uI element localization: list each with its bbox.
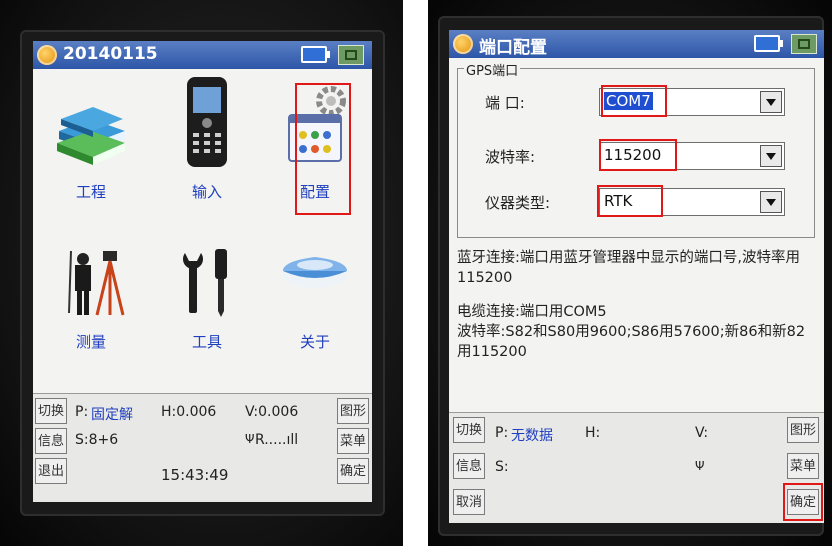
status-panel: 切换 信息 退出 图形 菜单 确定 P: 固定解 H:0.006 V:0.006… [33, 393, 372, 502]
graph-button[interactable]: 图形 [337, 398, 369, 424]
v-precision: V:0.006 [245, 404, 299, 420]
menu-label-project: 工程 [75, 183, 106, 201]
baud-rate-label: 波特率: [485, 148, 536, 166]
satellite-count: S: [495, 459, 509, 475]
title-bar: 20140115 [33, 41, 372, 69]
chevron-down-icon[interactable] [760, 91, 782, 113]
device-type-label: 仪器类型: [485, 194, 551, 212]
bluetooth-help: 蓝牙连接:端口用蓝牙管理器中显示的端口号,波特率用115200 [457, 250, 800, 286]
cable-help: 电缆连接:端口用COM5 波特率:S82和S80用9600;S86用57600;… [457, 304, 806, 360]
menu-item-tools[interactable]: 工具 [157, 231, 257, 371]
highlight-baud-rate [599, 139, 677, 171]
signal-antenna-icon: Ψ [695, 459, 705, 473]
clock-time: 15:43:49 [161, 466, 229, 484]
app-logo-icon [453, 34, 473, 54]
window-title: 20140115 [63, 44, 158, 64]
fix-status: 固定解 [91, 407, 133, 423]
cancel-button[interactable]: 取消 [453, 489, 485, 515]
handheld-device-icon [187, 77, 227, 167]
fix-status: 无数据 [511, 428, 553, 444]
menu-item-survey[interactable]: 测量 [41, 231, 141, 371]
menu-label-tools: 工具 [191, 333, 222, 351]
satellite-count: S:8+6 [75, 432, 119, 448]
left-device-photo: 20140115 工程 输入 配置 测量 工具 关于 切换 信息 退出 图形 菜… [0, 0, 403, 546]
gps-receiver-icon [283, 257, 347, 288]
menu-button[interactable]: 菜单 [337, 428, 369, 454]
switch-button[interactable]: 切换 [35, 398, 67, 424]
window-title: 端口配置 [479, 38, 547, 58]
port-label: 端 口: [485, 94, 525, 112]
port-config-screen: 端口配置 GPS端口 端 口: COM7 波特率: 115200 仪器类型: R… [449, 30, 824, 523]
menu-button[interactable]: 菜单 [787, 453, 819, 479]
menu-label-about: 关于 [299, 333, 330, 351]
h-precision: H:0.006 [161, 404, 217, 420]
signal-strength: R.....ıll [255, 432, 299, 448]
selection-highlight-config [295, 83, 351, 215]
position-label: P: [75, 404, 89, 420]
v-precision: V: [695, 425, 709, 441]
position-label: P: [495, 425, 509, 441]
signal-antenna-icon: Ψ [245, 432, 255, 446]
ok-button[interactable]: 确定 [337, 458, 369, 484]
surveyor-tripod-icon [68, 250, 125, 316]
exit-button[interactable]: 退出 [35, 458, 67, 484]
connection-icon[interactable] [338, 45, 364, 65]
help-text: 蓝牙连接:端口用蓝牙管理器中显示的端口号,波特率用115200 电缆连接:端口用… [457, 248, 819, 376]
main-menu-screen: 20140115 工程 输入 配置 测量 工具 关于 切换 信息 退出 图形 菜… [33, 41, 372, 502]
info-button[interactable]: 信息 [35, 428, 67, 454]
battery-icon[interactable] [301, 46, 330, 63]
title-bar: 端口配置 [449, 30, 824, 58]
menu-item-about[interactable]: 关于 [265, 231, 365, 371]
menu-item-input[interactable]: 输入 [157, 75, 257, 215]
menu-label-input: 输入 [191, 183, 222, 201]
app-logo-icon [37, 45, 57, 65]
battery-icon[interactable] [754, 35, 783, 52]
graph-button[interactable]: 图形 [787, 417, 819, 443]
group-title: GPS端口 [464, 60, 521, 79]
menu-item-project[interactable]: 工程 [41, 81, 141, 221]
highlight-device-type [597, 185, 663, 217]
switch-button[interactable]: 切换 [453, 417, 485, 443]
menu-label-survey: 测量 [75, 333, 106, 351]
highlight-port [601, 85, 667, 117]
status-panel: 切换 信息 取消 图形 菜单 确定 P: 无数据 H: V: S: Ψ [449, 412, 824, 523]
chevron-down-icon[interactable] [760, 145, 782, 167]
chevron-down-icon[interactable] [760, 191, 782, 213]
books-icon [57, 107, 125, 165]
highlight-ok [783, 483, 823, 521]
photo-separator [403, 0, 428, 546]
wrench-screwdriver-icon [183, 249, 227, 317]
connection-icon[interactable] [791, 34, 817, 54]
info-button[interactable]: 信息 [453, 453, 485, 479]
h-precision: H: [585, 425, 601, 441]
